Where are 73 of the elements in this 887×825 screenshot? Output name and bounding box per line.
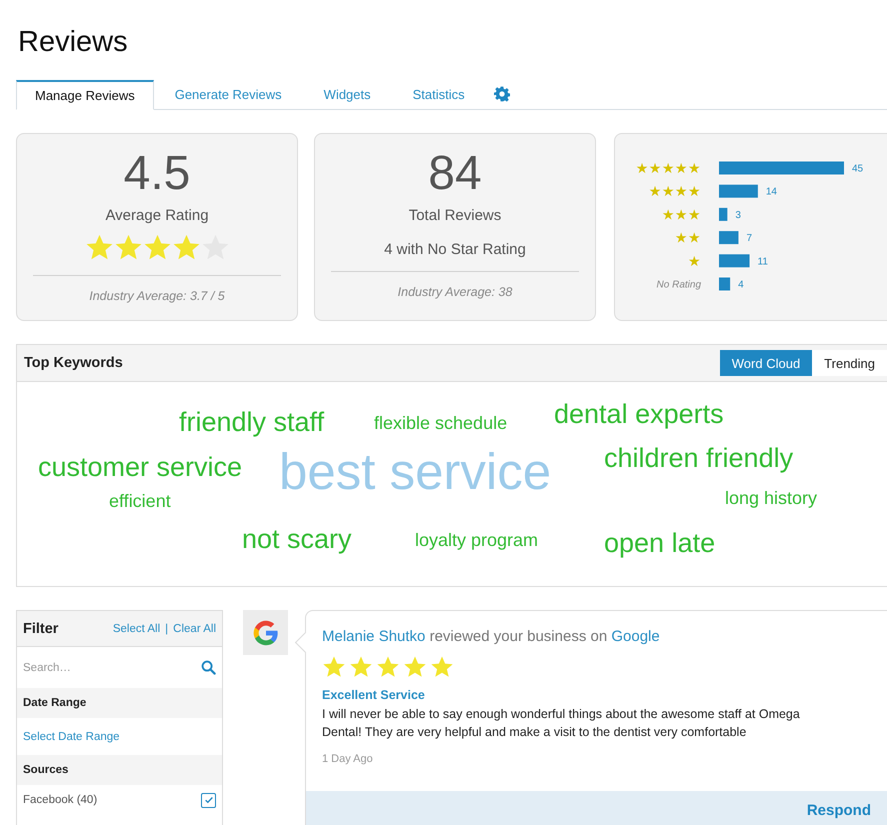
bar (719, 184, 758, 198)
panel-title: Filter (23, 620, 58, 636)
keyword: dental experts (554, 401, 724, 428)
bar (719, 231, 738, 244)
average-rating-value: 4.5 (124, 148, 190, 201)
data-label: 45 (852, 164, 864, 174)
industry-average: Industry Average: 38 (398, 284, 512, 299)
total-reviews-value: 84 (428, 148, 482, 201)
keyword: not scary (242, 526, 352, 553)
category-label: No Rating (656, 280, 701, 290)
keyword: customer service (38, 454, 242, 481)
filled-star-icon (84, 232, 114, 262)
data-label: 3 (735, 210, 741, 221)
review-title: Excellent Service (322, 688, 426, 702)
category-label: ★★★★ (648, 184, 701, 200)
card-note: 4 with No Star Rating (384, 240, 526, 258)
link-separator: | (165, 622, 168, 634)
filled-star-icon (430, 655, 454, 679)
filled-star-icon (322, 655, 346, 679)
empty-star-icon (200, 232, 230, 262)
view-toggle[interactable]: Trending (812, 350, 887, 376)
reviewer-link[interactable]: Melanie Shutko (322, 628, 426, 645)
source-link[interactable]: Google (611, 628, 660, 645)
section-heading: Date Range (17, 688, 222, 718)
data-label: 7 (746, 233, 752, 244)
filled-star-icon (349, 655, 373, 679)
filled-star-icon (114, 232, 142, 262)
data-label: 14 (766, 186, 778, 198)
category-label: ★★ (674, 230, 701, 247)
filled-star-icon (142, 232, 172, 262)
letter-g-icon (252, 618, 280, 646)
keyword: flexible schedule (374, 414, 508, 432)
review-time: 1 Day Ago (322, 753, 374, 765)
filled-star-icon (172, 232, 200, 262)
category-label: ★ (688, 254, 701, 270)
keyword: friendly staff (179, 409, 324, 436)
keyword: children friendly (604, 445, 794, 472)
category-label: ★★★ (662, 207, 701, 224)
section-heading: Sources (17, 755, 222, 785)
panel-title: Top Keywords (24, 355, 123, 371)
category-label: ★★★★★ (636, 161, 701, 177)
review-text: I will never be able to say enough wonderful things about the awesome staff at Omega Dental! They are very helpful and make a visit to the dentist very comfortable (322, 706, 801, 741)
settings-icon[interactable] (494, 86, 510, 102)
keyword: best service (279, 446, 552, 497)
industry-average: Industry Average: 3.7 / 5 (89, 288, 225, 303)
view-toggle[interactable]: Word Cloud (720, 350, 812, 376)
bar (719, 278, 730, 290)
clear-all-link[interactable]: Clear All (173, 622, 216, 634)
review-headline: Melanie Shutko reviewed your business on Google (322, 628, 661, 645)
bar (719, 208, 728, 221)
tab[interactable]: Statistics (392, 79, 486, 109)
filled-star-icon (403, 655, 427, 679)
respond-button[interactable]: Respond (802, 798, 875, 822)
bar (719, 254, 750, 268)
tab[interactable]: Widgets (302, 79, 392, 109)
keyword: long history (725, 489, 818, 507)
date-range-link[interactable]: Select Date Range (23, 730, 120, 742)
filled-star-icon (376, 655, 400, 679)
card-label: Average Rating (105, 206, 209, 224)
tab[interactable]: Generate Reviews (154, 79, 303, 109)
keyword: efficient (109, 492, 171, 510)
checkbox[interactable] (201, 792, 216, 808)
keyword: open late (604, 530, 716, 557)
page-title: Reviews (17, 25, 129, 60)
tab[interactable]: Manage Reviews (16, 80, 154, 110)
select-all-link[interactable]: Select All (112, 622, 160, 634)
source-label: Facebook (40) (23, 794, 98, 806)
data-label: 4 (738, 280, 744, 290)
keyword: loyalty program (415, 531, 538, 549)
data-label: 11 (758, 256, 768, 268)
card-label: Total Reviews (408, 206, 502, 224)
search-icon[interactable] (201, 660, 216, 675)
check-icon (204, 795, 214, 805)
